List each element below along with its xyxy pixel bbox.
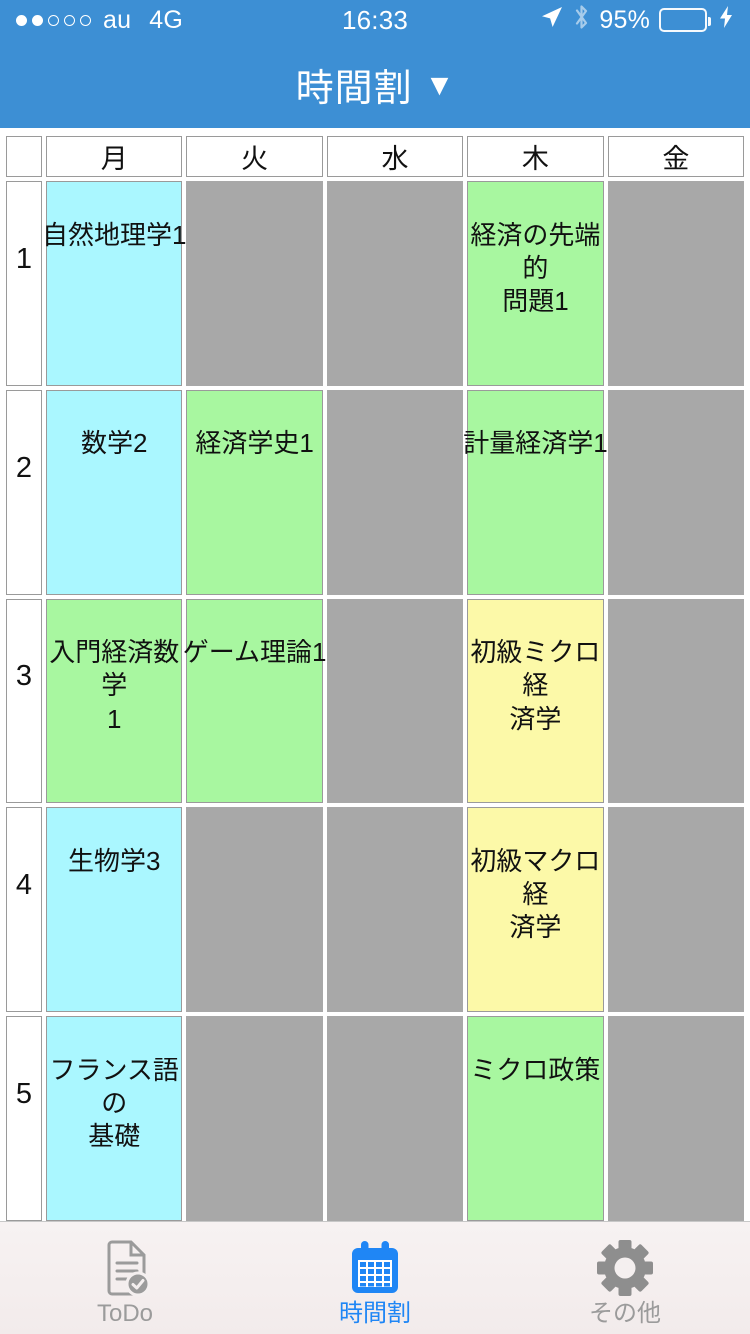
timetable-slot-empty[interactable] <box>607 807 745 1013</box>
tab-label-timetable: 時間割 <box>339 1299 411 1327</box>
network-type-label: 4G <box>149 5 183 34</box>
timetable-slot-filled[interactable]: 経済の先端的 問題1 <box>467 181 604 386</box>
battery-percent-label: 95% <box>599 5 650 34</box>
timetable-body: 1 自然地理学1 経済の先端的 問題1 2 数学2 経済学史1 計量経済学1 3 入門経済数学 … <box>6 181 745 1221</box>
timetable-slot-filled[interactable]: 初級マクロ経 済学 <box>467 807 604 1013</box>
page-title: 時間割 <box>295 67 413 110</box>
timetable-slot-label: 入門経済数学 1 <box>49 637 180 734</box>
timetable-row: 1 自然地理学1 経済の先端的 問題1 <box>6 181 745 386</box>
tab-bar: ToDo 時間割 その他 <box>0 1221 750 1334</box>
timetable-slot-filled[interactable]: 数学2 <box>46 389 183 595</box>
timetable-slot-empty[interactable] <box>607 181 745 386</box>
timetable-slot-empty[interactable] <box>326 389 464 595</box>
timetable-slot-empty[interactable] <box>607 1016 745 1221</box>
navigation-bar: au 4G 16:33 95% 時間割 ▼ <box>0 0 750 128</box>
timetable-slot-empty[interactable] <box>186 181 323 386</box>
timetable-slot-label: 自然地理学1 <box>41 219 187 250</box>
timetable-slot-filled[interactable]: 計量経済学1 <box>463 389 608 595</box>
calendar-icon <box>348 1237 402 1299</box>
timetable-slot-label: 計量経済学1 <box>463 428 608 459</box>
period-number-label: 3 <box>15 660 33 693</box>
timetable-slot-empty[interactable] <box>326 1016 464 1221</box>
timetable-slot-label: 初級マクロ経 済学 <box>470 845 601 943</box>
timetable-row: 4 生物学3 初級マクロ経 済学 <box>6 807 745 1013</box>
period-number-label: 2 <box>15 451 33 484</box>
timetable-slot-filled[interactable]: フランス語の 基礎 <box>46 1016 183 1221</box>
period-number-cell: 2 <box>6 389 42 595</box>
timetable-day-header: 月 火 水 木 金 <box>6 136 745 177</box>
timetable-slot-empty[interactable] <box>326 807 464 1013</box>
status-bar-left: au 4G <box>16 6 183 35</box>
day-header-mon: 月 <box>46 136 183 177</box>
timetable-slot-label: ゲーム理論1 <box>182 637 327 668</box>
timetable-slot-empty[interactable] <box>186 1016 323 1221</box>
document-check-icon <box>99 1237 151 1299</box>
timetable-slot-label: 数学2 <box>80 428 148 459</box>
timetable-row: 3 入門経済数学 1 ゲーム理論1 初級ミクロ経 済学 <box>6 598 745 804</box>
timetable-slot-empty[interactable] <box>607 598 745 804</box>
timetable-slot-empty[interactable] <box>326 598 464 804</box>
day-header-tue: 火 <box>186 136 323 177</box>
period-number-cell: 3 <box>6 598 42 804</box>
timetable-slot-filled[interactable]: 経済学史1 <box>186 389 323 595</box>
timetable-slot-label: 生物学3 <box>67 845 161 876</box>
signal-strength-icon <box>16 14 91 26</box>
period-number-label: 1 <box>15 242 33 275</box>
battery-icon <box>659 8 711 32</box>
timetable-slot-label: フランス語の 基礎 <box>49 1054 179 1152</box>
timetable-slot-filled[interactable]: 初級ミクロ経 済学 <box>467 598 604 804</box>
timetable-slot-empty[interactable] <box>607 389 745 595</box>
timetable-row: 2 数学2 経済学史1 計量経済学1 <box>6 389 745 595</box>
tab-todo[interactable]: ToDo <box>0 1222 250 1334</box>
navbar-title-row[interactable]: 時間割 ▼ <box>0 40 750 128</box>
timetable-slot-label: 経済学史1 <box>195 428 314 459</box>
period-number-cell: 4 <box>6 807 42 1013</box>
app-screen: au 4G 16:33 95% 時間割 ▼ 月 火 水 木 金 1 自然地理学1… <box>0 0 750 1334</box>
timetable-slot-filled[interactable]: ゲーム理論1 <box>183 598 326 804</box>
timetable-slot-empty[interactable] <box>186 807 323 1013</box>
timetable-slot-empty[interactable] <box>326 181 464 386</box>
timetable-slot-filled[interactable]: 生物学3 <box>46 807 183 1013</box>
status-bar-right: 95% <box>540 4 734 37</box>
tab-label-todo: ToDo <box>96 1299 154 1327</box>
timetable-corner-cell <box>6 136 42 177</box>
period-number-cell: 5 <box>6 1016 42 1221</box>
timetable-slot-filled[interactable]: 自然地理学1 <box>42 181 186 386</box>
timetable-slot-label: 初級ミクロ経 済学 <box>470 637 601 734</box>
timetable-slot-filled[interactable]: ミクロ政策 <box>467 1016 604 1221</box>
day-header-thu: 木 <box>467 136 604 177</box>
period-number-label: 5 <box>15 1078 33 1111</box>
timetable-slot-label: ミクロ政策 <box>470 1054 601 1085</box>
tab-label-other: その他 <box>589 1299 661 1327</box>
lightning-bolt-icon <box>718 5 734 36</box>
chevron-down-icon[interactable]: ▼ <box>425 71 455 101</box>
timetable-slot-filled[interactable]: 入門経済数学 1 <box>46 598 183 804</box>
status-bar: au 4G 16:33 95% <box>0 0 750 40</box>
location-arrow-icon <box>540 5 564 36</box>
day-header-wed: 水 <box>326 136 464 177</box>
period-number-label: 4 <box>15 869 33 902</box>
timetable-row: 5 フランス語の 基礎 ミクロ政策 <box>6 1016 745 1221</box>
period-number-cell: 1 <box>6 181 42 386</box>
bluetooth-icon <box>573 4 590 37</box>
tab-other[interactable]: その他 <box>500 1222 750 1334</box>
timetable-slot-label: 経済の先端的 問題1 <box>470 219 601 317</box>
day-header-fri: 金 <box>607 136 745 177</box>
timetable-grid: 月 火 水 木 金 1 自然地理学1 経済の先端的 問題1 2 数学2 経済学史1 計量経済… <box>0 128 750 1221</box>
gear-icon <box>596 1237 654 1299</box>
tab-timetable[interactable]: 時間割 <box>250 1222 500 1334</box>
carrier-label: au <box>103 5 132 34</box>
